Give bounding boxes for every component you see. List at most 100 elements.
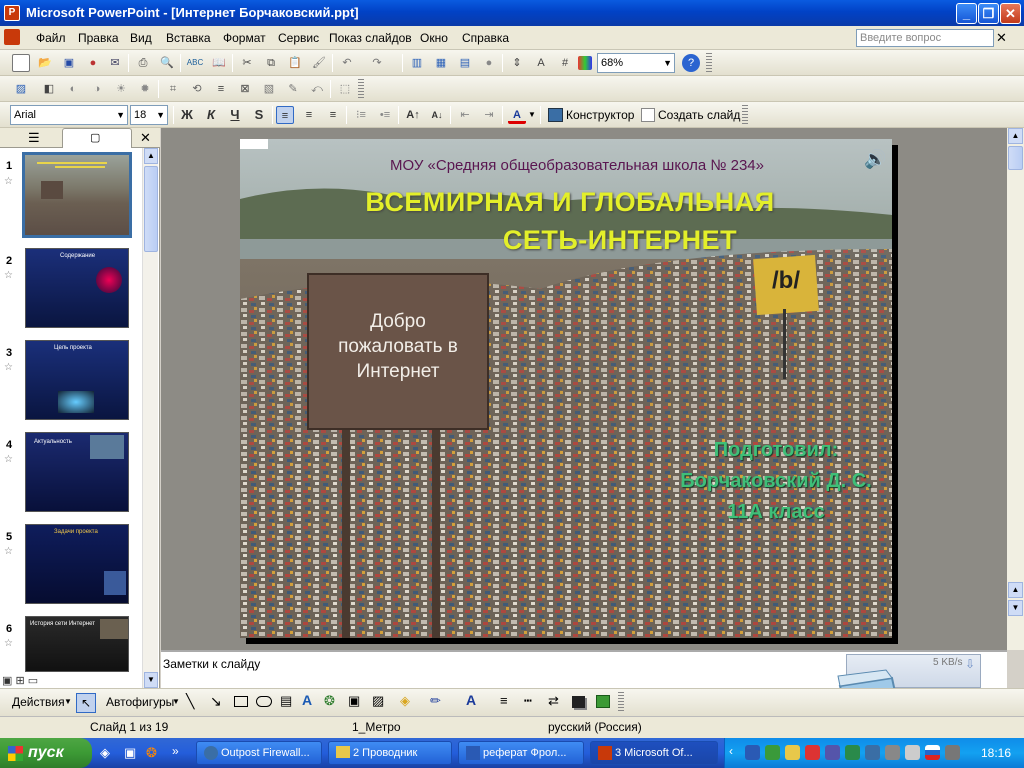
- menu-slideshow[interactable]: Показ слайдов: [329, 30, 412, 46]
- close-document-icon[interactable]: ✕: [996, 30, 1007, 46]
- line-color-icon[interactable]: ✏: [430, 693, 441, 709]
- align-right-button[interactable]: ≡: [324, 106, 342, 124]
- copy-icon[interactable]: ⧉: [262, 54, 280, 72]
- toolbar-options-icon[interactable]: [742, 105, 748, 125]
- tray-collapse-icon[interactable]: ‹: [729, 744, 733, 758]
- increase-indent-icon[interactable]: ⇥: [480, 106, 498, 124]
- set-transparent-icon[interactable]: ✎: [284, 80, 302, 98]
- rotate-icon[interactable]: ⟲: [188, 80, 206, 98]
- less-contrast-icon[interactable]: ◑: [88, 80, 106, 98]
- expand-all-icon[interactable]: ⇕: [508, 54, 526, 72]
- color-grayscale-icon[interactable]: [578, 56, 592, 70]
- menu-view[interactable]: Вид: [130, 30, 152, 46]
- more-brightness-icon[interactable]: ☀: [112, 80, 130, 98]
- menu-edit[interactable]: Правка: [78, 30, 119, 46]
- format-picture-icon[interactable]: ▧: [260, 80, 278, 98]
- underline-button[interactable]: Ч: [226, 106, 244, 124]
- decrease-indent-icon[interactable]: ⇤: [456, 106, 474, 124]
- powerpoint-app-icon[interactable]: P: [4, 5, 20, 21]
- more-contrast-icon[interactable]: ◐: [64, 80, 82, 98]
- show-formatting-icon[interactable]: A: [532, 54, 550, 72]
- new-slide-button[interactable]: Создать слайд: [658, 108, 740, 122]
- insert-picture-icon[interactable]: ●: [480, 54, 498, 72]
- permission-icon[interactable]: ●: [84, 54, 102, 72]
- diagram-icon[interactable]: ❂: [324, 693, 335, 709]
- close-pane-icon[interactable]: ✕: [140, 130, 151, 146]
- slide-thumbnail-1[interactable]: [22, 152, 132, 238]
- tables-borders-icon[interactable]: ▤: [456, 54, 474, 72]
- slide-design-icon[interactable]: [548, 108, 563, 122]
- tray-app-icon[interactable]: [825, 745, 840, 760]
- open-folder-icon[interactable]: 📂: [36, 54, 54, 72]
- slide-thumbnail-2[interactable]: Содержание: [25, 248, 129, 328]
- outline-tab-icon[interactable]: ☰: [28, 130, 40, 146]
- tray-app-icon[interactable]: [785, 745, 800, 760]
- new-slide-icon[interactable]: [641, 108, 655, 122]
- crop-icon[interactable]: ⌗: [164, 80, 182, 98]
- format-painter-icon[interactable]: 🖌: [310, 54, 328, 72]
- clock[interactable]: 18:16: [981, 746, 1011, 760]
- toolbar-options-icon[interactable]: [358, 79, 364, 99]
- menu-insert[interactable]: Вставка: [166, 30, 211, 46]
- print-icon[interactable]: ⎙: [134, 54, 152, 72]
- tray-app-icon[interactable]: [805, 745, 820, 760]
- menu-tools[interactable]: Сервис: [278, 30, 319, 46]
- menu-file[interactable]: Файл: [36, 30, 66, 46]
- menu-help[interactable]: Справка: [462, 30, 509, 46]
- bullets-icon[interactable]: •≡: [376, 106, 394, 124]
- minimize-button[interactable]: _: [956, 3, 977, 24]
- slide-thumbnail-4[interactable]: Актуальность: [25, 432, 129, 512]
- insert-table-icon[interactable]: ▦: [432, 54, 450, 72]
- save-icon[interactable]: ▣: [60, 54, 78, 72]
- toolbar-options-icon[interactable]: [706, 53, 712, 73]
- actions-dropdown-icon[interactable]: ▼: [64, 697, 72, 706]
- font-size-select[interactable]: 18 ▼: [130, 105, 168, 125]
- 3d-style-icon[interactable]: [596, 695, 610, 708]
- quicklaunch-ie-icon[interactable]: ◈: [100, 745, 110, 761]
- fill-color-icon[interactable]: ◈: [400, 693, 410, 709]
- research-icon[interactable]: 📖: [210, 54, 228, 72]
- quicklaunch-desktop-icon[interactable]: ▣: [124, 745, 136, 761]
- email-icon[interactable]: ✉: [106, 54, 124, 72]
- zoom-select[interactable]: 68% ▼: [597, 53, 675, 73]
- compress-icon[interactable]: ⊠: [236, 80, 254, 98]
- clipart-icon[interactable]: ▣: [348, 693, 360, 709]
- close-button[interactable]: ✕: [1000, 3, 1021, 24]
- recolor-icon[interactable]: ⬚: [336, 80, 354, 98]
- shadow-button[interactable]: S: [250, 106, 268, 124]
- align-center-button[interactable]: ≡: [300, 106, 318, 124]
- autoshapes-dropdown-icon[interactable]: ▼: [172, 697, 180, 706]
- arrow-style-icon[interactable]: ⇄: [548, 693, 559, 709]
- help-question-input[interactable]: Введите вопрос: [856, 29, 994, 47]
- reset-picture-icon[interactable]: ⤺: [308, 80, 326, 98]
- show-grid-icon[interactable]: #: [556, 54, 574, 72]
- shadow-style-icon[interactable]: [572, 696, 585, 708]
- slide-canvas[interactable]: МОУ «Средняя общеобразовательная школа №…: [240, 139, 892, 638]
- insert-chart-icon[interactable]: ▥: [408, 54, 426, 72]
- print-preview-icon[interactable]: 🔍: [158, 54, 176, 72]
- slide-thumbnail-6[interactable]: История сети Интернет: [25, 616, 129, 672]
- text-box-icon[interactable]: ▤: [280, 693, 292, 709]
- normal-view-icon[interactable]: ▣: [2, 675, 12, 687]
- dash-style-icon[interactable]: ┅: [524, 693, 532, 709]
- toolbar-options-icon[interactable]: [618, 692, 624, 712]
- tray-app-icon[interactable]: [945, 745, 960, 760]
- tray-shield-icon[interactable]: [845, 745, 860, 760]
- slide-thumbnail-3[interactable]: Цель проекта: [25, 340, 129, 420]
- italic-button[interactable]: К: [202, 106, 220, 124]
- menu-format[interactable]: Формат: [223, 30, 266, 46]
- font-color-icon[interactable]: A: [508, 106, 526, 124]
- redo-icon[interactable]: ↷: [368, 54, 386, 72]
- line-icon[interactable]: ╲: [186, 693, 194, 710]
- rectangle-icon[interactable]: [234, 696, 248, 707]
- language-flag-icon[interactable]: [925, 745, 940, 760]
- decrease-font-icon[interactable]: A↓: [428, 106, 446, 124]
- bold-button[interactable]: Ж: [178, 106, 196, 124]
- actions-menu[interactable]: Действия: [12, 695, 65, 709]
- quicklaunch-expand-icon[interactable]: »: [172, 744, 179, 758]
- arrow-icon[interactable]: ↘: [210, 693, 222, 710]
- font-color-dropdown-icon[interactable]: ▼: [528, 110, 536, 119]
- font-color-icon[interactable]: A: [466, 692, 476, 708]
- new-file-icon[interactable]: [12, 54, 30, 72]
- oval-icon[interactable]: [256, 696, 272, 707]
